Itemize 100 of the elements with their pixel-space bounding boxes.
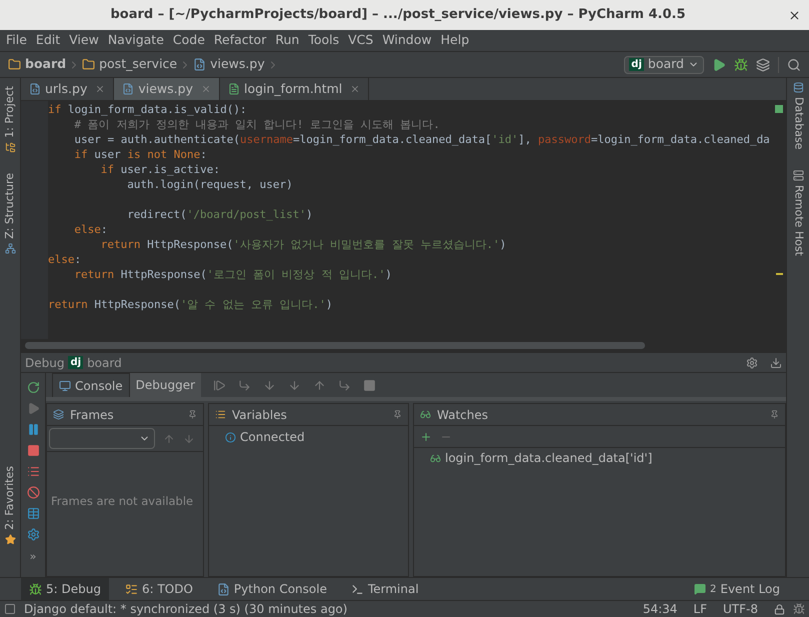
menu-item[interactable]: Refactor [214, 31, 266, 50]
tab-label: 6: TODO [142, 581, 193, 598]
run-icon[interactable] [712, 58, 726, 72]
menu-item[interactable]: File [6, 31, 27, 50]
step-over-icon[interactable] [238, 378, 252, 392]
tool-window-tab[interactable]: Remote Host [790, 184, 806, 256]
stop-icon[interactable] [26, 444, 40, 457]
folder-icon [8, 58, 21, 71]
up-arrow-icon[interactable] [163, 432, 175, 444]
search-icon[interactable] [787, 58, 801, 72]
menu-item[interactable]: Code [172, 31, 205, 50]
menu-item[interactable]: Help [440, 31, 470, 50]
pin-icon[interactable] [770, 410, 779, 419]
empty-message: Frames are not available [51, 493, 194, 510]
python-file-icon [193, 58, 206, 71]
encoding[interactable]: UTF-8 [723, 600, 758, 617]
python-icon [216, 582, 230, 596]
breadcrumb-item[interactable]: board [25, 55, 66, 74]
tool-window-tab[interactable]: Database [790, 97, 806, 150]
watch-icon [430, 452, 441, 464]
code-line: # 폼이 저희가 정의한 내용과 일치 합니다! 로그인을 시도해 봅니다. [74, 117, 440, 134]
menu-item[interactable]: Navigate [108, 31, 164, 50]
event-log-icon [694, 583, 706, 595]
rerun-icon[interactable] [26, 381, 40, 394]
debug-icon[interactable] [734, 58, 748, 72]
python-file-icon [122, 83, 134, 95]
step-out-icon[interactable] [313, 378, 326, 392]
menu-item[interactable]: Tools [308, 31, 340, 50]
bug-icon [29, 582, 42, 596]
breadcrumb-item[interactable]: views.py [210, 55, 265, 74]
close-icon[interactable] [788, 8, 801, 22]
pin-icon[interactable] [393, 410, 402, 419]
code-line: auth.login(request, user) [127, 177, 293, 194]
terminal-icon [350, 582, 364, 596]
menu-item[interactable]: Window [382, 31, 432, 50]
variable-item[interactable]: Connected [240, 428, 305, 446]
panel-title: Variables [232, 406, 287, 424]
console-icon [59, 380, 71, 392]
folder-icon [82, 58, 96, 71]
pause-icon[interactable] [26, 423, 40, 436]
tab-label: Debugger [136, 377, 196, 394]
status-marker [775, 105, 783, 113]
menu-item[interactable]: VCS [348, 31, 374, 50]
server-icon [792, 170, 804, 180]
tool-window-tab[interactable]: 2: Favorites [2, 466, 18, 530]
python-file-icon [29, 83, 41, 95]
menu-item[interactable]: Edit [36, 31, 60, 50]
status-message: Django default: * synchronized (3 s) (30 minutes ago) [24, 601, 348, 617]
debug-tab[interactable]: Debugger [130, 373, 202, 397]
settings-icon[interactable] [746, 356, 758, 368]
pin-icon[interactable] [188, 410, 197, 419]
watches-icon [420, 409, 431, 420]
code-line: else: [48, 252, 82, 268]
tool-window-tab[interactable]: Terminal [342, 578, 427, 600]
cursor-position[interactable]: 54:34 [642, 600, 678, 617]
code-line: redirect('/board/post_list') [127, 207, 313, 224]
debug-tab[interactable]: Console [52, 373, 130, 397]
down-arrow-icon[interactable] [183, 432, 195, 444]
code-line: else: [74, 222, 108, 238]
frames-icon [53, 409, 64, 420]
settings-icon[interactable] [26, 528, 40, 541]
tool-window-tab[interactable]: 6: TODO [116, 578, 201, 600]
editor-tab[interactable]: views.py [114, 78, 220, 100]
tab-label: login_form.html [244, 80, 342, 98]
tool-window-tab[interactable]: 1: Project [2, 86, 18, 138]
watch-item[interactable]: login_form_data.cleaned_data['id'] [445, 449, 652, 467]
window-title: board – [~/PycharmProjects/board] – .../post_service/views.py – PyCharm 4.0.5 [109, 6, 687, 24]
tool-window-tab[interactable]: 5: Debug [21, 578, 109, 600]
tab-label: Terminal [368, 581, 419, 598]
mute-icon[interactable] [26, 486, 40, 499]
step-into-icon[interactable] [263, 378, 276, 392]
star-icon [4, 534, 16, 545]
menu-item[interactable]: Run [275, 31, 300, 50]
variables-icon [215, 409, 226, 420]
run-config-dropdown[interactable]: dj board [624, 56, 704, 74]
tab-label: Console [75, 378, 123, 394]
line-separator[interactable]: LF [693, 600, 708, 617]
info-icon [225, 432, 236, 442]
horizontal-scrollbar[interactable] [25, 342, 645, 348]
add-icon[interactable] [420, 430, 432, 442]
tool-window-tab[interactable]: Z: Structure [2, 172, 18, 239]
code-line: if user is not None: [74, 147, 207, 164]
code-editor[interactable] [21, 101, 786, 339]
resume-icon[interactable] [26, 402, 40, 415]
menu-item[interactable]: View [69, 31, 99, 50]
panel-title: Frames [70, 406, 114, 424]
run-config-label: board [648, 55, 684, 74]
thread-dropdown[interactable] [49, 428, 155, 449]
tool-window-tab[interactable]: Python Console [208, 578, 335, 600]
django-logo: dj [68, 356, 84, 369]
more-button[interactable]: » [30, 549, 36, 566]
event-log-label[interactable]: Event Log [720, 580, 780, 598]
tab-label: views.py [138, 80, 193, 98]
html-file-icon [228, 83, 240, 95]
code-line: return HttpResponse('로그인 폼이 비정상 적 입니다.') [74, 267, 392, 284]
django-logo: dj [629, 58, 644, 71]
breadcrumb-item[interactable]: post_service [99, 55, 178, 74]
lock-icon[interactable] [774, 604, 785, 614]
code-line: user = auth.authenticate(username=login_form_data.cleaned_data['id'], password=login_form_data.cleaned_da [74, 132, 770, 148]
config-name: board [87, 354, 122, 372]
